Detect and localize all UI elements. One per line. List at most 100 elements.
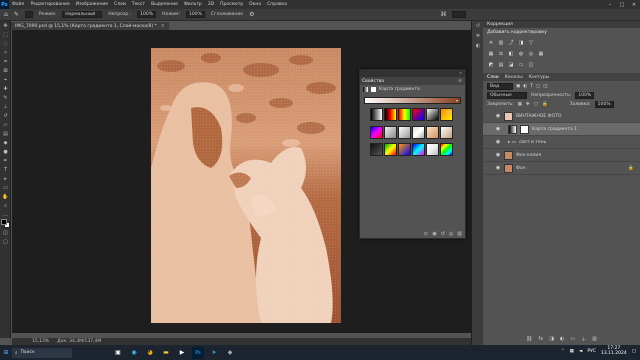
notification-icon[interactable]: ▢: [632, 349, 636, 354]
menu-3d[interactable]: 3D: [208, 2, 214, 7]
selective-color-icon[interactable]: ◫: [527, 61, 535, 68]
minimize-button[interactable]: –: [604, 0, 616, 9]
lock-all-icon[interactable]: 🔒: [542, 102, 548, 107]
layer-fill-field[interactable]: 100%: [594, 101, 614, 108]
link-icon[interactable]: ⛓: [526, 336, 532, 342]
curves-icon[interactable]: ⤴: [507, 39, 515, 46]
exposure-icon[interactable]: ◨: [517, 39, 525, 46]
lookup-icon[interactable]: ▦: [537, 50, 545, 57]
tab-channels[interactable]: Каналы: [505, 75, 523, 80]
explorer-icon[interactable]: ▬: [160, 347, 172, 359]
gradient-swatch[interactable]: [384, 125, 397, 139]
invert-icon[interactable]: ◩: [487, 61, 495, 68]
menu-image[interactable]: Изображение: [76, 2, 108, 7]
levels-icon[interactable]: ▥: [497, 39, 505, 46]
lasso-tool-icon[interactable]: ◌: [0, 39, 11, 48]
edge-icon[interactable]: ◉: [128, 347, 140, 359]
filter-adjust-icon[interactable]: ◐: [523, 84, 527, 89]
volume-icon[interactable]: ◄: [579, 349, 582, 354]
blur-tool-icon[interactable]: ◆: [0, 138, 11, 147]
chrome-icon[interactable]: ◕: [144, 347, 156, 359]
filter-smart-icon[interactable]: ◫: [543, 84, 547, 89]
gear-icon[interactable]: ⚙: [249, 11, 254, 18]
eraser-tool-icon[interactable]: ▱: [0, 120, 11, 129]
layer-row[interactable]: ◉ Фон копия: [483, 149, 640, 162]
healing-tool-icon[interactable]: ✚: [0, 84, 11, 93]
photoshop-taskbar-icon[interactable]: Ps: [192, 346, 204, 359]
gradient-dropdown-arrow[interactable]: ▾: [456, 98, 458, 103]
hue-icon[interactable]: ▦: [487, 50, 495, 57]
type-tool-icon[interactable]: T: [0, 165, 11, 174]
frame-tool-icon[interactable]: ⊠: [0, 66, 11, 75]
trash-icon[interactable]: ▥: [592, 336, 597, 342]
posterize-icon[interactable]: ▤: [497, 61, 505, 68]
eye-icon[interactable]: ◉: [495, 126, 501, 132]
close-window-button[interactable]: ✕: [628, 0, 640, 9]
layer-opacity-field[interactable]: 100%: [575, 92, 595, 99]
brightness-icon[interactable]: ☀: [487, 39, 495, 46]
windows-start-icon[interactable]: ⊞: [0, 347, 12, 359]
gradient-swatch[interactable]: [370, 125, 383, 139]
menu-view[interactable]: Просмотр: [220, 2, 243, 7]
gradient-swatch[interactable]: [426, 143, 439, 157]
gradient-swatch[interactable]: [398, 143, 411, 157]
gradient-preview-bar[interactable]: [364, 97, 461, 104]
vibrance-icon[interactable]: ▽: [527, 39, 535, 46]
layer-row[interactable]: ◉ Фон 🔒: [483, 162, 640, 175]
trash-icon[interactable]: ▥: [457, 231, 462, 237]
tab-properties[interactable]: Свойства: [362, 79, 384, 84]
search-box[interactable]: ⌕ Поиск: [12, 347, 72, 358]
new-layer-icon[interactable]: ＋: [581, 336, 586, 343]
menu-select[interactable]: Выделение: [151, 2, 178, 7]
gradient-swatch[interactable]: [426, 108, 439, 121]
gradient-map-icon[interactable]: ▭: [517, 61, 525, 68]
document-tab[interactable]: IMG_7090.psd @ 15,1% (Карта градиента 1,…: [11, 21, 169, 30]
shape-tool-icon[interactable]: ▭: [0, 183, 11, 192]
menu-icon[interactable]: ≡: [458, 79, 462, 84]
move-tool-icon[interactable]: ✥: [0, 21, 11, 30]
gradient-swatch[interactable]: [384, 143, 397, 157]
telegram-icon[interactable]: ➤: [208, 347, 220, 359]
clock[interactable]: 17:27 13.11.2024: [601, 346, 627, 356]
lock-artboard-icon[interactable]: ▢: [534, 102, 538, 107]
brush-preset-picker[interactable]: [24, 11, 33, 18]
gradient-swatch[interactable]: [370, 143, 383, 157]
history-brush-tool-icon[interactable]: ↺: [0, 111, 11, 120]
mixer-icon[interactable]: ◎: [527, 50, 535, 57]
menu-file[interactable]: Файл: [12, 2, 24, 7]
lock-position-icon[interactable]: ✥: [526, 102, 530, 107]
filter-shape-icon[interactable]: ▢: [536, 84, 540, 89]
photo-filter-icon[interactable]: ◍: [517, 50, 525, 57]
corrections-title[interactable]: Коррекция: [483, 21, 640, 28]
quick-mask-icon[interactable]: ◫: [0, 228, 11, 237]
lock-pixels-icon[interactable]: ▦: [518, 102, 522, 107]
brush-tool-icon[interactable]: ✎: [14, 11, 19, 18]
layer-kind-dropdown[interactable]: Вид: [487, 83, 513, 90]
dodge-tool-icon[interactable]: ●: [0, 147, 11, 156]
gradient-swatch[interactable]: [440, 143, 453, 157]
layer-mask-thumbnail[interactable]: [520, 124, 529, 134]
app-icon[interactable]: ◆: [224, 347, 236, 359]
visibility-icon[interactable]: ◎: [449, 231, 453, 237]
symmetry-icon[interactable]: ⌘: [440, 11, 446, 18]
eye-icon[interactable]: ◉: [495, 165, 501, 171]
language-indicator[interactable]: РУС: [587, 349, 596, 354]
close-tab-icon[interactable]: ✕: [161, 24, 165, 29]
threshold-icon[interactable]: ◪: [507, 61, 515, 68]
gradient-swatch[interactable]: [370, 108, 383, 121]
new-group-icon[interactable]: ▭: [570, 336, 575, 342]
path-select-tool-icon[interactable]: ▸: [0, 174, 11, 183]
hand-tool-icon[interactable]: ✋: [0, 192, 11, 201]
collapse-icon[interactable]: »: [459, 71, 462, 76]
menu-window[interactable]: Окно: [249, 2, 261, 7]
gradient-swatch[interactable]: [412, 143, 425, 157]
zoom-tool-icon[interactable]: ⌕: [0, 201, 11, 210]
brush-tool-icon[interactable]: ✎: [0, 93, 11, 102]
gear-icon[interactable]: ⚙: [446, 110, 450, 116]
clip-icon[interactable]: ⊏: [424, 231, 428, 237]
fx-icon[interactable]: fx: [539, 336, 544, 342]
menu-layers[interactable]: Слои: [114, 2, 126, 7]
layer-row[interactable]: ◉ ВИНТАЖНОЕ ФОТО: [483, 110, 640, 123]
tab-paths[interactable]: Контуры: [529, 75, 550, 80]
mode-dropdown[interactable]: Нормальный: [62, 11, 103, 18]
